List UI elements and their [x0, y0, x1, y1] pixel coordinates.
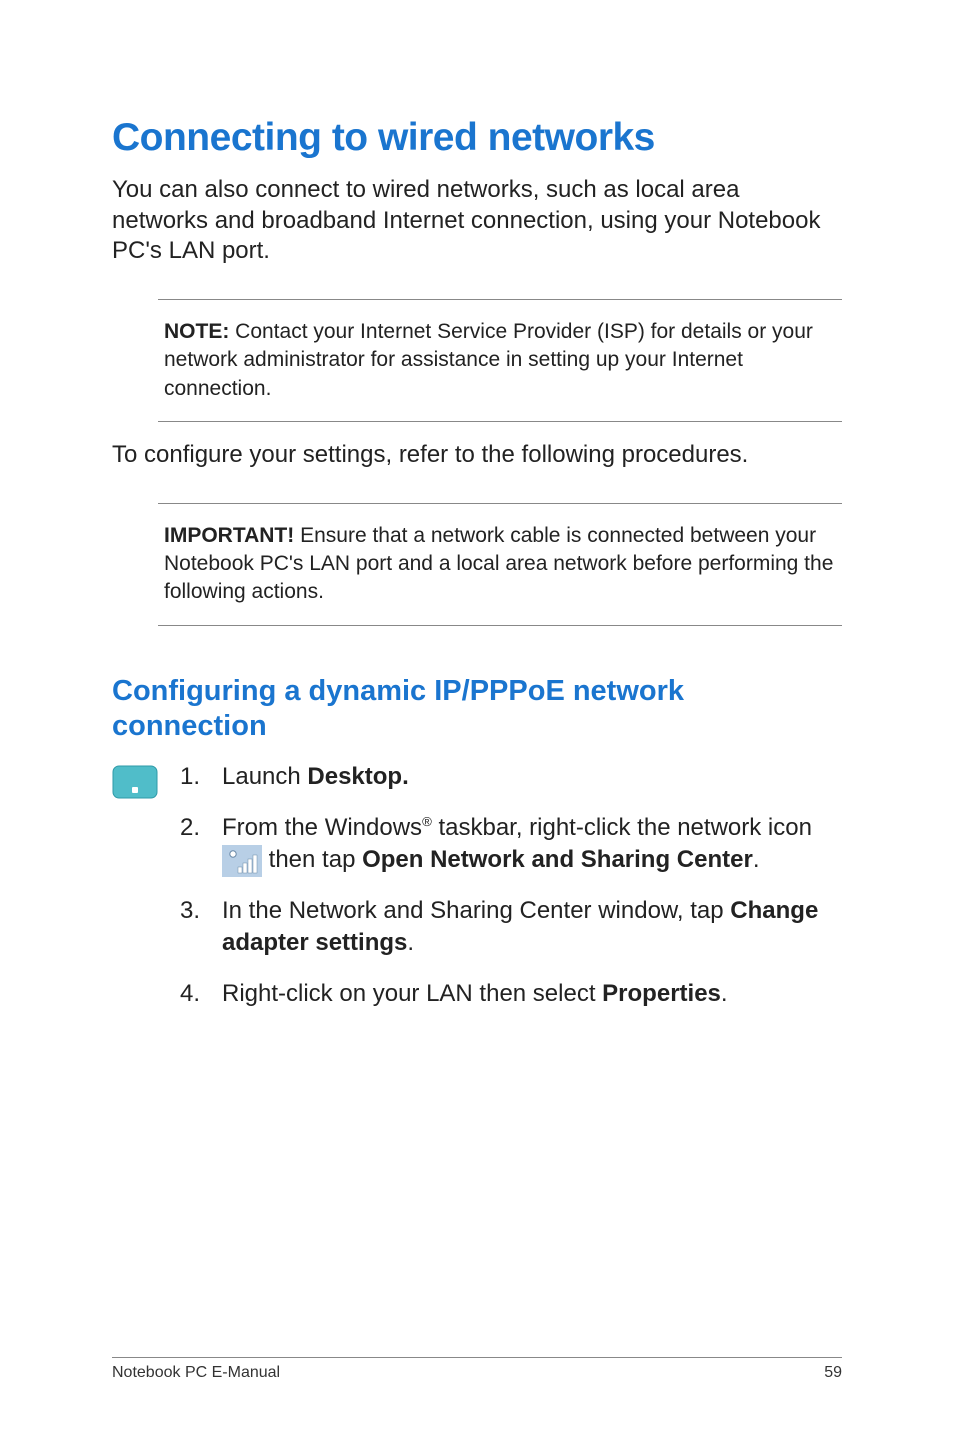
step-1: 1. Launch Desktop.	[178, 761, 842, 793]
configure-line: To configure your settings, refer to the…	[112, 440, 842, 471]
document-page: Connecting to wired networks You can als…	[0, 0, 954, 1438]
step-content: Right-click on your LAN then select Prop…	[222, 978, 842, 1010]
step-4: 4. Right-click on your LAN then select P…	[178, 978, 842, 1010]
footer-page-number: 59	[824, 1364, 842, 1382]
registered-mark: ®	[422, 814, 432, 829]
note-body: Contact your Internet Service Provider (…	[164, 320, 813, 400]
open-network-bold: Open Network and Sharing Center	[362, 846, 753, 873]
step-text: In the Network and Sharing Center window…	[222, 897, 730, 924]
footer-left: Notebook PC E-Manual	[112, 1364, 280, 1382]
step-content: Launch Desktop.	[222, 761, 842, 793]
step-text: .	[407, 929, 414, 956]
note-callout: NOTE: Contact your Internet Service Prov…	[158, 299, 842, 422]
step-text: From the Windows	[222, 814, 422, 841]
steps-list: 1. Launch Desktop. 2. From the Windows® …	[178, 761, 842, 1028]
page-title: Connecting to wired networks	[112, 116, 842, 161]
important-label: IMPORTANT!	[164, 524, 294, 547]
step-text: Launch	[222, 763, 307, 790]
step-text: Right-click on your LAN then select	[222, 980, 602, 1007]
step-text: .	[721, 980, 728, 1007]
steps-row: 1. Launch Desktop. 2. From the Windows® …	[112, 761, 842, 1028]
step-text: taskbar, right-click the network icon	[432, 814, 812, 841]
important-callout: IMPORTANT! Ensure that a network cable i…	[158, 503, 842, 626]
step-number: 3.	[178, 895, 200, 960]
intro-paragraph: You can also connect to wired networks, …	[112, 175, 842, 267]
step-content: From the Windows® taskbar, right-click t…	[222, 812, 842, 877]
step-number: 1.	[178, 761, 200, 793]
desktop-bold: Desktop.	[307, 763, 408, 790]
step-text: .	[753, 846, 760, 873]
step-2: 2. From the Windows® taskbar, right-clic…	[178, 812, 842, 877]
step-content: In the Network and Sharing Center window…	[222, 895, 842, 960]
step-number: 4.	[178, 978, 200, 1010]
network-icon	[222, 845, 262, 877]
step-text: then tap	[262, 846, 362, 873]
properties-bold: Properties	[602, 980, 721, 1007]
touchpad-icon	[112, 765, 158, 799]
step-3: 3. In the Network and Sharing Center win…	[178, 895, 842, 960]
step-number: 2.	[178, 812, 200, 877]
section-subtitle: Configuring a dynamic IP/PPPoE network c…	[112, 674, 842, 744]
note-label: NOTE:	[164, 320, 229, 343]
page-footer: Notebook PC E-Manual 59	[112, 1357, 842, 1382]
